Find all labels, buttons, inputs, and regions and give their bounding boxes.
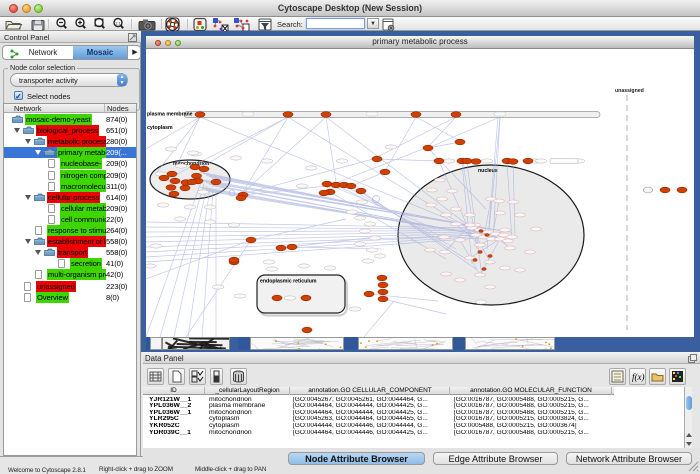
svg-text:unassigned: unassigned xyxy=(615,88,644,94)
svg-text:endoplasmic reticulum: endoplasmic reticulum xyxy=(260,279,317,285)
svg-text:1:1: 1:1 xyxy=(115,21,121,26)
svg-text:plasma membrane: plasma membrane xyxy=(147,112,193,118)
svg-text:f(x): f(x) xyxy=(632,372,645,382)
svg-text:cytoplasm: cytoplasm xyxy=(147,125,173,131)
